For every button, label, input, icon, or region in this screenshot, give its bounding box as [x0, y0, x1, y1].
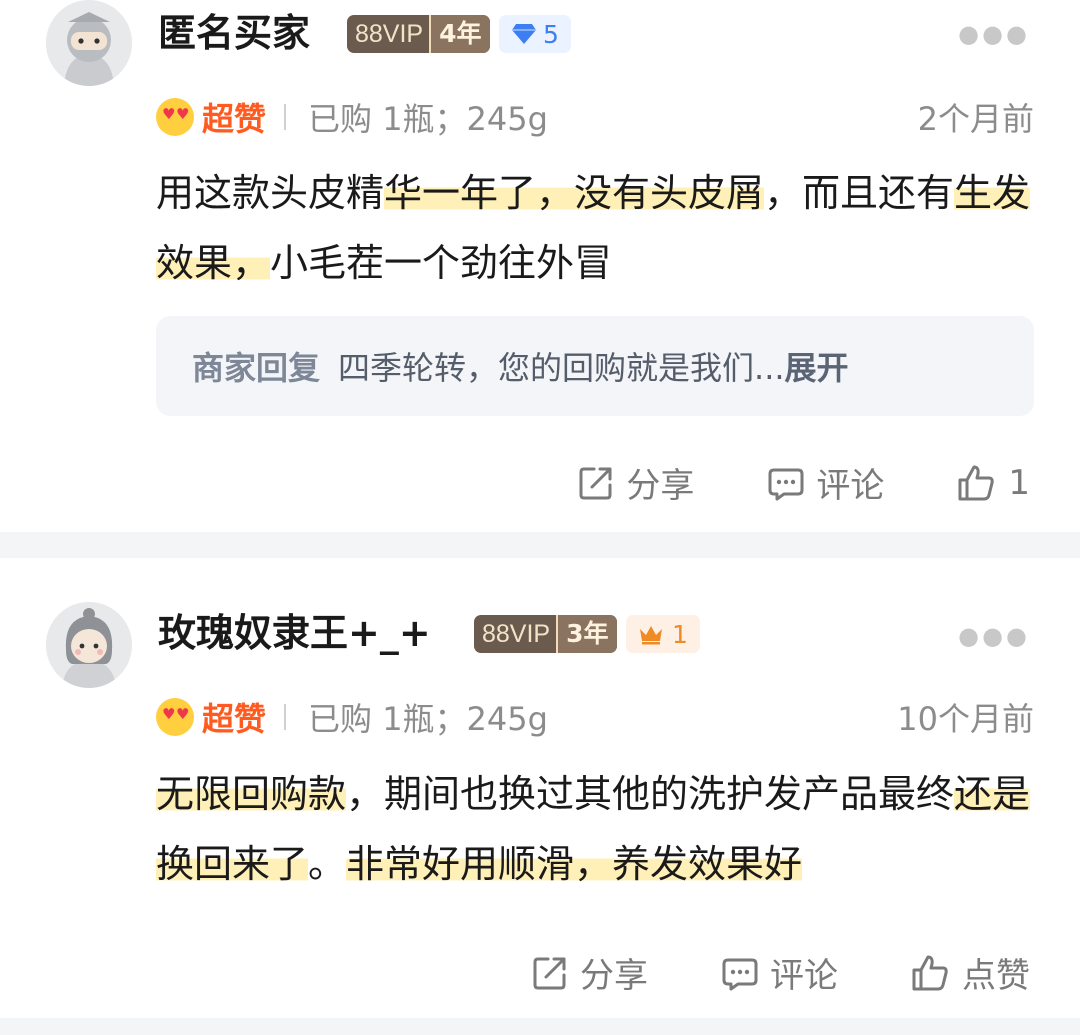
- review-actions: 分享 评论 1: [504, 458, 1030, 507]
- vip-years: 3年: [556, 615, 617, 653]
- purchase-info: 已购 1瓶；245g: [308, 700, 548, 738]
- review-content: 无限回购款，期间也换过其他的洗护发产品最终还是换回来了。非常好用顺滑，养发效果好: [156, 759, 1036, 899]
- content-highlight: 无限回购款: [156, 772, 347, 816]
- comment-icon: [768, 468, 804, 500]
- avatar[interactable]: [46, 602, 132, 688]
- rating-label: 超赞: [202, 100, 267, 138]
- reply-expand-link[interactable]: 展开: [785, 343, 849, 389]
- avatar[interactable]: [46, 0, 132, 86]
- comment-icon: [722, 958, 758, 990]
- review-actions: 分享 评论 点赞: [458, 948, 1030, 997]
- vip-label: 88VIP: [482, 620, 551, 648]
- content-highlight: 华一年了，没有头皮屑: [384, 171, 765, 215]
- share-icon: [579, 467, 612, 499]
- review-time: 10个月前: [897, 700, 1034, 738]
- share-label: 分享: [626, 466, 695, 506]
- merchant-reply[interactable]: 商家回复 四季轮转，您的回购就是我们... 展开: [156, 316, 1034, 416]
- review-separator: [0, 1018, 1080, 1035]
- ninja-avatar-icon: [46, 0, 132, 86]
- review-card: 匿名买家 88VIP 4年 5 ●●● ♥ ♥ 超赞 已购 1瓶；245g 2个月…: [0, 0, 1080, 532]
- heart-eyes-emoji-icon: ♥ ♥: [156, 98, 194, 136]
- review-meta: ♥ ♥ 超赞 已购 1瓶；245g 2个月前: [156, 97, 1034, 138]
- share-button[interactable]: 分享: [530, 948, 648, 997]
- more-options-icon[interactable]: ●●●: [958, 622, 1030, 650]
- meta-divider: [284, 704, 287, 730]
- reply-label: 商家回复: [192, 349, 321, 387]
- level-value: 5: [543, 19, 559, 49]
- thumbs-up-icon: [912, 955, 948, 990]
- diamond-icon: [512, 24, 536, 44]
- meta-divider: [284, 104, 287, 130]
- review-card: 玫瑰奴隶王+_+ 88VIP 3年 1 ●●● ♥ ♥ 超赞 已购 1瓶；245g…: [0, 558, 1080, 1018]
- vip-badge: 88VIP 3年: [474, 615, 617, 653]
- share-icon: [533, 957, 566, 989]
- share-label: 分享: [580, 956, 648, 996]
- username[interactable]: 匿名买家: [158, 10, 310, 56]
- vip-badge: 88VIP 4年: [347, 15, 490, 53]
- crown-icon: [640, 626, 662, 645]
- content-highlight: 非常好用顺滑，养发效果好: [346, 842, 803, 886]
- review-content: 用这款头皮精华一年了，没有头皮屑，而且还有生发效果，小毛茬一个劲往外冒: [156, 158, 1036, 298]
- vip-label: 88VIP: [355, 20, 424, 48]
- purchase-info: 已购 1瓶；245g: [308, 100, 548, 138]
- like-count: 1: [1008, 462, 1030, 503]
- content-text: 小毛茬一个劲往外冒: [270, 241, 613, 285]
- content-text: ，期间也换过其他的洗护发产品最终: [346, 772, 955, 816]
- vip-years: 4年: [429, 15, 490, 53]
- content-text: ，而且还有: [764, 171, 955, 215]
- like-button[interactable]: 点赞: [910, 948, 1030, 997]
- more-options-icon[interactable]: ●●●: [958, 20, 1030, 48]
- level-badge: 5: [499, 15, 571, 53]
- like-button[interactable]: 1: [956, 463, 1030, 503]
- reply-text: 四季轮转，您的回购就是我们...: [338, 349, 785, 387]
- review-meta: ♥ ♥ 超赞 已购 1瓶；245g 10个月前: [156, 697, 1034, 738]
- username[interactable]: 玫瑰奴隶王+_+: [158, 610, 431, 656]
- share-button[interactable]: 分享: [576, 458, 694, 507]
- girl-avatar-icon: [46, 602, 132, 688]
- comment-button[interactable]: 评论: [720, 948, 838, 997]
- content-text: 。: [308, 842, 347, 886]
- rating-label: 超赞: [202, 700, 267, 738]
- heart-eyes-emoji-icon: ♥ ♥: [156, 698, 194, 736]
- level-value: 1: [672, 619, 688, 649]
- level-badge: 1: [626, 615, 700, 653]
- comment-button[interactable]: 评论: [766, 458, 884, 507]
- review-separator: [0, 532, 1080, 558]
- review-time: 2个月前: [917, 100, 1034, 138]
- like-label: 点赞: [962, 956, 1030, 996]
- comment-label: 评论: [816, 466, 885, 506]
- thumbs-up-icon: [958, 465, 995, 500]
- comment-label: 评论: [770, 956, 838, 996]
- content-text: 用这款头皮精: [156, 171, 385, 215]
